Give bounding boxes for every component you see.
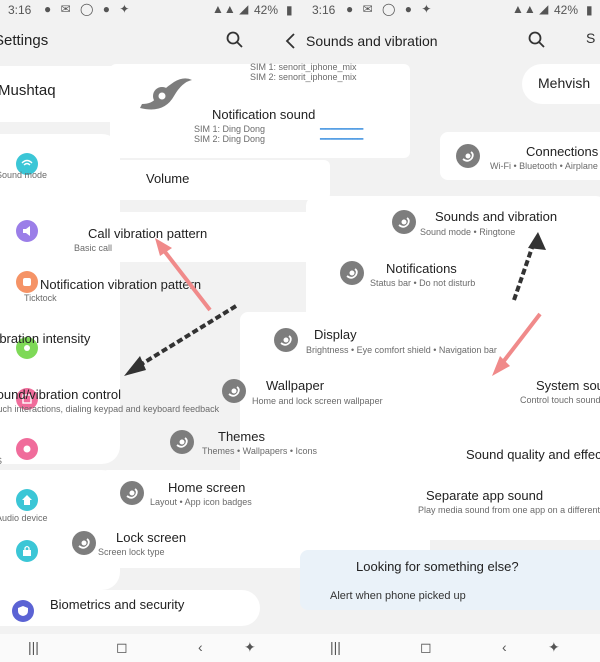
red-arrow-left — [160, 246, 212, 312]
home-icon[interactable]: ◻ — [116, 639, 128, 656]
dark-arrowhead-left — [124, 356, 146, 376]
home-icon-right[interactable]: ◻ — [420, 639, 432, 656]
back-nav-icon-right[interactable]: ‹ — [502, 639, 507, 655]
red-arrowhead-left — [155, 238, 172, 256]
red-arrow-right — [498, 312, 542, 368]
annotation-arrows — [124, 232, 546, 376]
navigation-bar: ||| ◻ ‹ ✦ ||| ◻ ‹ ✦ — [0, 634, 600, 662]
assistant-icon[interactable]: ✦ — [244, 639, 256, 656]
dark-arrowhead-right — [528, 232, 546, 250]
dark-arrow-left — [130, 304, 238, 372]
recents-icon[interactable]: ||| — [28, 639, 39, 655]
back-nav-icon[interactable]: ‹ — [198, 639, 203, 655]
recents-icon-right[interactable]: ||| — [330, 639, 341, 655]
assistant-icon-right[interactable]: ✦ — [548, 639, 560, 656]
dark-arrow-right — [512, 241, 536, 301]
